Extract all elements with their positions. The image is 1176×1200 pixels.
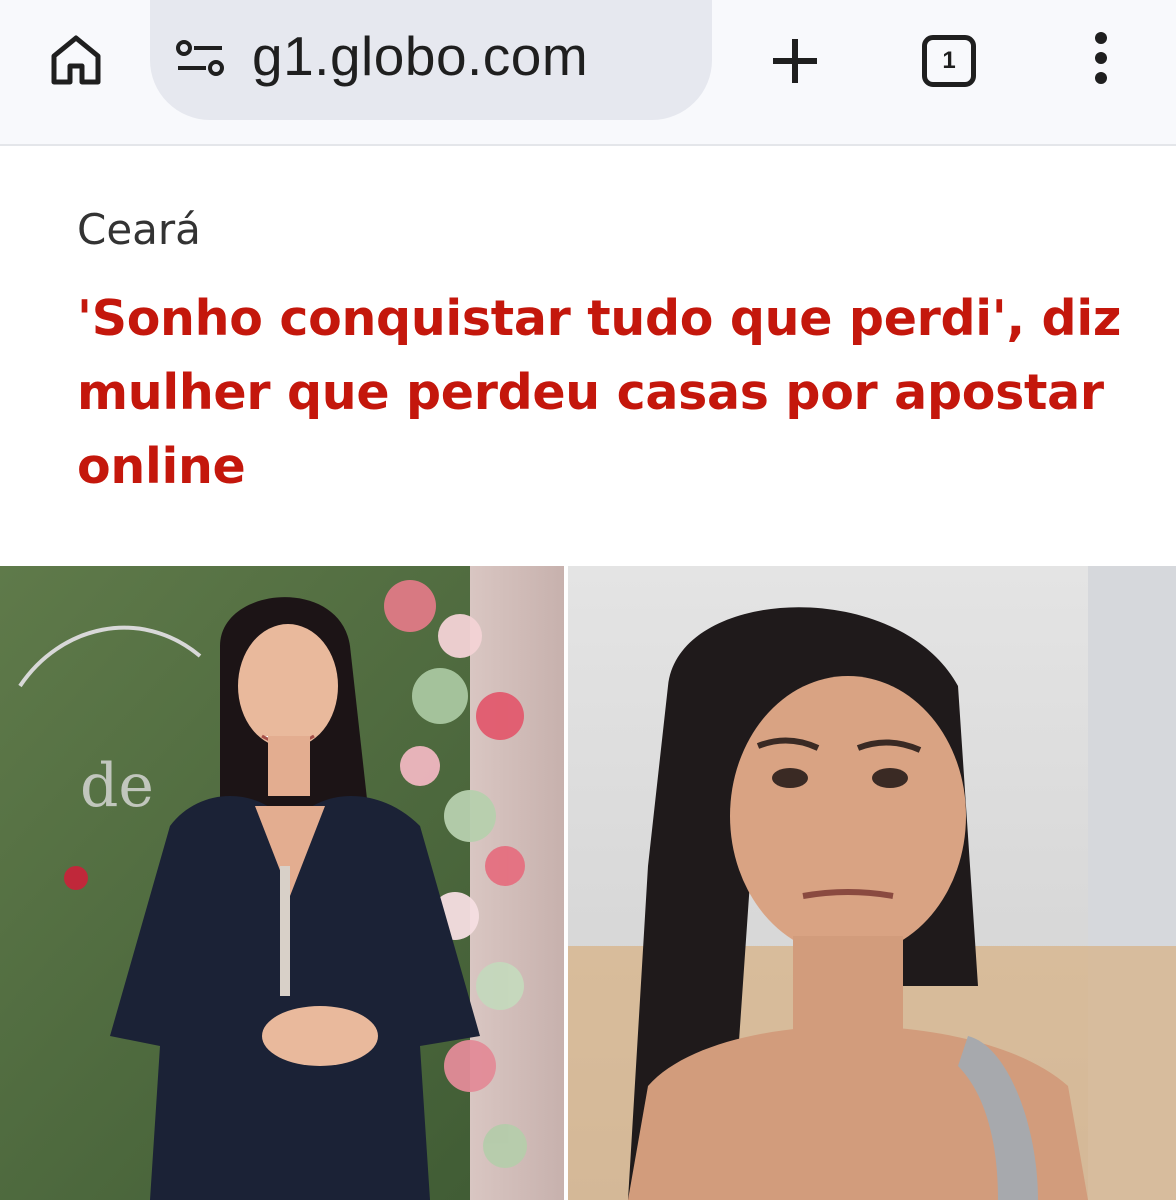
article-headline: 'Sonho conquistar tudo que perdi', diz m… bbox=[77, 290, 1122, 495]
article-photo-right bbox=[568, 566, 1176, 1200]
more-menu-icon[interactable] bbox=[1080, 26, 1122, 90]
svg-text:de: de bbox=[80, 751, 154, 821]
tab-switcher-icon[interactable]: 1 bbox=[918, 30, 980, 92]
article-category[interactable]: Ceará bbox=[77, 205, 201, 254]
url-text[interactable]: g1.globo.com bbox=[252, 24, 588, 88]
home-icon[interactable] bbox=[44, 28, 108, 92]
tab-count: 1 bbox=[922, 35, 976, 87]
new-tab-icon[interactable] bbox=[764, 30, 826, 92]
browser-toolbar: g1.globo.com 1 bbox=[0, 0, 1176, 146]
article-photo-left: de bbox=[0, 566, 564, 1200]
address-bar[interactable]: g1.globo.com bbox=[150, 0, 712, 120]
site-settings-icon[interactable] bbox=[174, 37, 226, 83]
